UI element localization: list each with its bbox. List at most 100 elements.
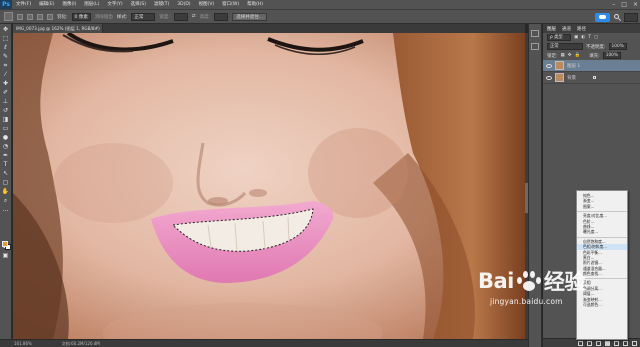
delete-layer-icon[interactable] [632,340,637,346]
brush-tool-icon[interactable]: ✐ [2,89,10,96]
paw-icon [515,269,543,293]
layer-thumbnail [555,73,564,82]
filter-pixel-icon[interactable]: ▣ [574,35,578,40]
eraser-tool-icon[interactable]: ◨ [2,116,10,123]
history-brush-tool-icon[interactable]: ↺ [2,107,10,114]
gradient-tool-icon[interactable]: ▭ [2,125,10,132]
menu-bar: Ps 文件(F) 编辑(E) 图像(I) 图层(L) 文字(Y) 选择(S) 滤… [0,0,640,9]
close-icon[interactable]: × [633,1,638,8]
shape-tool-icon[interactable]: ▢ [2,179,10,186]
tab-channels[interactable]: 通道 [562,26,571,32]
layer-row-layer1[interactable]: 图层 1 [543,60,640,72]
history-panel-icon[interactable] [531,30,539,37]
path-select-tool-icon[interactable]: ↖ [2,170,10,177]
filter-adjust-icon[interactable]: ◐ [581,35,585,40]
link-layers-icon[interactable] [578,340,583,346]
marquee-tool-icon[interactable] [4,12,13,21]
layer-style-icon[interactable] [587,340,592,346]
properties-panel-icon[interactable] [531,43,539,50]
feather-label: 羽化: [57,14,68,20]
tab-paths[interactable]: 路径 [577,26,586,32]
new-selection-icon[interactable] [17,13,23,20]
subtract-selection-icon[interactable] [37,13,43,20]
menu-3d[interactable]: 3D(D) [173,0,194,9]
style-select[interactable]: 正常 [131,12,156,21]
menu-view[interactable]: 视图(V) [195,0,219,9]
pen-tool-icon[interactable]: ✒ [2,152,10,159]
intersect-selection-icon[interactable] [47,13,53,20]
rect-marquee-tool-icon[interactable]: ⬚ [2,35,10,42]
foreground-color-swatch[interactable] [2,241,8,247]
layer-kind-select[interactable]: ρ 类型 [547,34,571,41]
swap-icon[interactable]: ⇄ [192,14,196,19]
layer-row-background[interactable]: 背景 [543,72,640,84]
lock-label: 锁定: [547,53,558,59]
stamp-tool-icon[interactable]: ⊥ [2,98,10,105]
opacity-input[interactable]: 100% [608,43,627,50]
lock-icon [593,76,596,79]
healing-tool-icon[interactable]: ✚ [2,80,10,87]
layer-thumbnail [555,61,564,70]
screen-mode-icon[interactable]: ▣ [2,252,10,259]
menu-image[interactable]: 图像(I) [58,0,80,9]
quick-select-tool-icon[interactable]: ✎ [2,53,10,60]
crop-tool-icon[interactable]: ⌗ [2,62,10,69]
tab-layers[interactable]: 图层 [547,26,556,32]
cloud-share-icon[interactable] [595,13,610,22]
menu-layer[interactable]: 图层(L) [80,0,103,9]
width-input[interactable] [173,12,188,21]
document-canvas[interactable] [13,33,525,339]
visibility-eye-icon[interactable] [546,63,552,68]
height-input[interactable] [214,12,229,21]
blend-mode-select[interactable]: 正常 [547,43,583,50]
menu-file[interactable]: 文件(F) [12,0,35,9]
new-group-icon[interactable] [614,340,619,346]
options-bar: 羽化: 0 像素 消除锯齿 样式: 正常 宽度: ⇄ 高度: 选择并遮住... [0,9,640,24]
search-icon[interactable] [613,13,622,22]
menu-separator [577,209,627,213]
zoom-level[interactable]: 161.86% [14,340,32,347]
menu-select[interactable]: 选择(S) [127,0,150,9]
zoom-tool-icon[interactable]: ⌕ [2,197,10,204]
tools-panel: ✥ ⬚ ℓ ✎ ⌗ ⁄ ✚ ✐ ⊥ ↺ ◨ ▭ ● ◔ ✒ T ↖ ▢ ✋ ⌕ … [0,24,12,347]
menu-filter[interactable]: 滤镜(T) [150,0,173,9]
menu-window[interactable]: 窗口(W) [218,0,243,9]
minimize-icon[interactable]: – [612,1,615,8]
menu-help[interactable]: 帮助(H) [243,0,267,9]
adjustment-layer-menu: 纯色... 渐变... 图案... 亮度/对比度... 色阶... 曲线... … [576,190,628,340]
filter-shape-icon[interactable]: ▢ [594,35,598,40]
add-mask-icon[interactable] [596,340,601,346]
menu-edit[interactable]: 编辑(E) [35,0,58,9]
type-tool-icon[interactable]: T [2,161,10,168]
lasso-tool-icon[interactable]: ℓ [2,44,10,51]
lock-all-icon[interactable]: 🔒 [575,53,581,58]
document-size: 文档:60.2M/120.4M [61,341,100,346]
dodge-tool-icon[interactable]: ◔ [2,143,10,150]
antialias-checkbox[interactable]: 消除锯齿 [95,14,113,20]
add-selection-icon[interactable] [27,13,33,20]
more-tools-icon[interactable]: … [2,206,10,213]
feather-input[interactable]: 0 像素 [71,12,91,21]
document-tab[interactable]: IMG_0073.jpg @ 162% (图层 1, RGB/8#) [13,24,103,33]
select-and-mask-button[interactable]: 选择并遮住... [232,12,267,21]
new-layer-icon[interactable] [623,340,628,346]
layer-name[interactable]: 背景 [567,75,576,81]
eyedropper-tool-icon[interactable]: ⁄ [2,71,10,78]
menu-type[interactable]: 文字(Y) [103,0,126,9]
layer-name[interactable]: 图层 1 [567,63,580,69]
style-label: 样式: [116,14,128,20]
workspace-select[interactable] [624,13,638,22]
hand-tool-icon[interactable]: ✋ [2,188,10,195]
blur-tool-icon[interactable]: ● [2,134,10,141]
maximize-icon[interactable]: □ [621,1,627,8]
adjustment-layer-icon[interactable] [605,340,610,346]
photoshop-logo: Ps [0,0,12,9]
lock-pixels-icon[interactable]: ▦ [561,53,565,58]
fill-label: 填充: [589,53,600,59]
window-controls: – □ × [612,0,638,9]
fill-input[interactable]: 100% [602,52,622,59]
move-tool-icon[interactable]: ✥ [2,26,10,33]
lock-position-icon[interactable]: ✥ [568,53,572,58]
filter-type-icon[interactable]: T [588,35,591,40]
visibility-eye-icon[interactable] [546,75,552,80]
